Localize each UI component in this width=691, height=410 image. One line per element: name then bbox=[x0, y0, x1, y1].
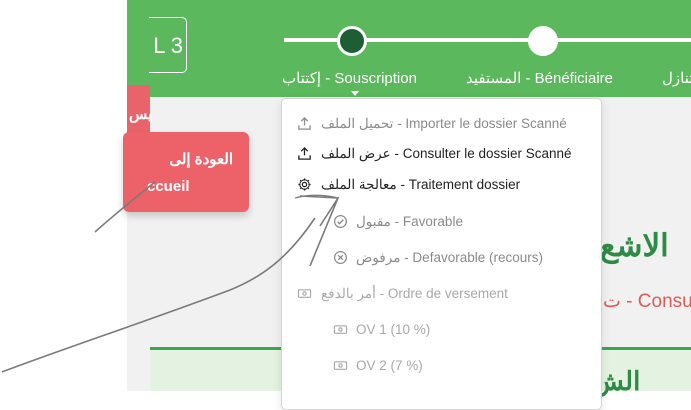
menu-item-label: OV 1 (10 %) bbox=[356, 322, 431, 337]
app-logo[interactable]: L 3 bbox=[149, 17, 187, 73]
chevron-down-icon bbox=[351, 91, 359, 96]
page-subtitle-prefix: ت bbox=[603, 291, 621, 312]
menu-item-import-scan[interactable]: تحميل الملف - Importer le dossier Scanné bbox=[282, 109, 601, 139]
check-circle-icon bbox=[333, 214, 348, 229]
gear-icon bbox=[298, 178, 311, 191]
x-circle-icon bbox=[333, 250, 348, 265]
menu-item-ov1[interactable]: OV 1 (10 %) bbox=[282, 315, 601, 345]
menu-item-defavorable[interactable]: مرفوض - Defavorable (recours) bbox=[282, 243, 601, 273]
step-label-beneficiaire[interactable]: المستفيد - Bénéficiaire bbox=[466, 69, 613, 87]
menu-item-label: مقبول - Favorable bbox=[356, 214, 463, 229]
back-button-label-fr: ccueil bbox=[147, 178, 190, 195]
menu-item-favorable[interactable]: مقبول - Favorable bbox=[282, 207, 601, 237]
step-dot-souscription[interactable] bbox=[337, 26, 367, 56]
menu-item-ov2[interactable]: OV 2 (7 %) bbox=[282, 351, 601, 381]
money-icon bbox=[297, 289, 312, 298]
menu-item-label: OV 2 (7 %) bbox=[356, 358, 423, 373]
upload-icon bbox=[298, 146, 311, 160]
back-panel-line1: يس bbox=[129, 106, 153, 123]
step-dot-beneficiaire[interactable] bbox=[528, 26, 558, 56]
left-blank-area bbox=[0, 0, 127, 391]
menu-item-label: تحميل الملف - Importer le dossier Scanné bbox=[321, 116, 567, 131]
back-button-label-ar: العودة إلى bbox=[169, 151, 233, 168]
menu-item-label: مرفوض - Defavorable (recours) bbox=[356, 250, 543, 265]
menu-item-view-scan[interactable]: عرض الملف - Consulter le dossier Scanné bbox=[282, 139, 601, 169]
menu-item-label: معالجة الملف - Traitement dossier bbox=[321, 177, 521, 192]
menu-item-label: عرض الملف - Consulter le dossier Scanné bbox=[321, 146, 572, 161]
page-subtitle: ت - Consu bbox=[603, 290, 691, 313]
menu-item-traitement[interactable]: معالجة الملف - Traitement dossier bbox=[282, 170, 601, 200]
money-icon bbox=[333, 361, 348, 370]
page-title: الاشع bbox=[600, 228, 669, 263]
menu-item-ordre-versement[interactable]: أمر بالدفع - Ordre de versement bbox=[282, 279, 601, 309]
back-to-home-button[interactable]: العودة إلى ccueil bbox=[123, 132, 249, 212]
step-label-tanazul[interactable]: تنازل bbox=[662, 69, 691, 87]
step-label-souscription[interactable]: إكتتاب - Souscription bbox=[282, 69, 417, 87]
upload-icon bbox=[298, 116, 311, 130]
menu-item-label: أمر بالدفع - Ordre de versement bbox=[321, 286, 508, 301]
page-subtitle-text: - Consu bbox=[626, 291, 691, 312]
souscription-dropdown-menu: تحميل الملف - Importer le dossier Scanné… bbox=[281, 98, 602, 410]
money-icon bbox=[333, 325, 348, 334]
